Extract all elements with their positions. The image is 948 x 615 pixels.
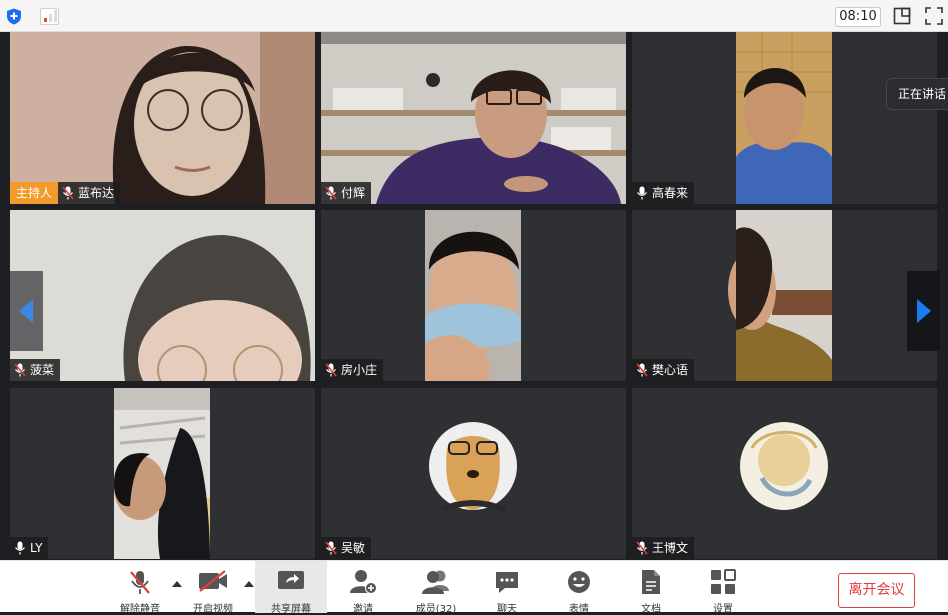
video-tile[interactable]: 主持人 蓝布达 bbox=[10, 32, 315, 204]
emoji-button[interactable]: 表情 bbox=[547, 561, 611, 615]
participant-name: 房小庄 bbox=[341, 363, 378, 377]
video-tile[interactable]: 高春来 bbox=[632, 32, 937, 204]
avatar bbox=[321, 388, 626, 559]
video-tile[interactable]: 房小庄 bbox=[321, 210, 626, 381]
mic-icon bbox=[637, 186, 647, 200]
video-tile[interactable]: 菠菜 bbox=[10, 210, 315, 381]
participant-video bbox=[10, 32, 315, 204]
shield-icon[interactable] bbox=[6, 8, 22, 25]
participant-name: 蓝布达 bbox=[78, 186, 115, 200]
name-tag: 付辉 bbox=[321, 182, 372, 204]
next-page-button[interactable] bbox=[907, 271, 940, 351]
participant-video bbox=[321, 210, 626, 381]
participant-video bbox=[10, 388, 315, 559]
participant-video bbox=[10, 210, 315, 381]
name-tag: 房小庄 bbox=[321, 359, 384, 381]
video-tile[interactable]: 樊心语 bbox=[632, 210, 937, 381]
video-options-caret[interactable] bbox=[244, 581, 254, 587]
chat-button[interactable]: 聊天 bbox=[475, 561, 539, 615]
invite-button[interactable]: 邀请 bbox=[331, 561, 395, 615]
speaking-indicator[interactable]: 正在讲话 bbox=[886, 78, 948, 110]
mic-muted-icon bbox=[636, 541, 648, 555]
settings-button[interactable]: 设置 bbox=[691, 561, 755, 615]
mic-muted-icon bbox=[325, 541, 337, 555]
name-tag: 菠菜 bbox=[10, 359, 61, 381]
mic-muted-icon bbox=[325, 363, 337, 377]
fullscreen-icon[interactable] bbox=[925, 7, 943, 25]
participant-name: 樊心语 bbox=[652, 363, 689, 377]
video-tile[interactable]: 吴敏 bbox=[321, 388, 626, 559]
participant-name: 王博文 bbox=[652, 541, 689, 555]
mic-muted-icon bbox=[325, 186, 337, 200]
participant-video bbox=[321, 32, 626, 204]
layout-icon[interactable] bbox=[893, 7, 911, 25]
document-icon bbox=[642, 570, 660, 594]
bottom-toolbar: 解除静音 开启视频 共享屏幕 邀请 成员(32) 聊天 表情 文档 设置 离开会… bbox=[0, 560, 948, 615]
name-tag: LY bbox=[10, 537, 49, 559]
name-tag: 樊心语 bbox=[632, 359, 695, 381]
mic-muted-icon bbox=[636, 363, 648, 377]
participant-video bbox=[632, 210, 937, 381]
prev-page-button[interactable] bbox=[10, 271, 43, 351]
signal-strength-icon[interactable] bbox=[40, 8, 59, 25]
participant-video bbox=[632, 32, 937, 204]
host-badge: 主持人 bbox=[10, 182, 59, 204]
video-tile[interactable]: 王博文 bbox=[632, 388, 937, 559]
mic-icon bbox=[15, 541, 25, 555]
grid-settings-icon bbox=[711, 569, 736, 594]
participant-name: LY bbox=[30, 541, 43, 555]
top-bar: 08:10 bbox=[0, 0, 948, 32]
video-tile[interactable]: LY bbox=[10, 388, 315, 559]
share-screen-icon bbox=[278, 571, 304, 589]
participant-name: 高春来 bbox=[652, 186, 689, 200]
name-tag: 王博文 bbox=[632, 537, 695, 559]
leave-meeting-button[interactable]: 离开会议 bbox=[838, 573, 915, 608]
name-tag: 高春来 bbox=[632, 182, 695, 204]
video-tile[interactable]: 付辉 bbox=[321, 32, 626, 204]
participant-name: 菠菜 bbox=[30, 363, 55, 377]
meeting-timer: 08:10 bbox=[835, 7, 881, 27]
chat-icon bbox=[496, 572, 518, 593]
members-icon bbox=[422, 570, 449, 594]
name-tag: 主持人 蓝布达 bbox=[10, 182, 121, 204]
chevron-left-icon bbox=[19, 299, 33, 323]
unmute-button[interactable]: 解除静音 bbox=[108, 561, 172, 615]
add-user-icon bbox=[350, 570, 377, 594]
mic-muted-icon bbox=[62, 186, 74, 200]
share-screen-button[interactable]: 共享屏幕 bbox=[255, 561, 327, 615]
members-button[interactable]: 成员(32) bbox=[404, 561, 468, 615]
participant-name: 付辉 bbox=[341, 186, 366, 200]
name-tag: 吴敏 bbox=[321, 537, 372, 559]
avatar bbox=[632, 388, 937, 559]
participant-name: 吴敏 bbox=[341, 541, 366, 555]
mic-muted-icon bbox=[14, 363, 26, 377]
camera-off-icon bbox=[199, 570, 227, 592]
chevron-right-icon bbox=[917, 299, 931, 323]
start-video-button[interactable]: 开启视频 bbox=[181, 561, 245, 615]
docs-button[interactable]: 文档 bbox=[619, 561, 683, 615]
mic-muted-icon bbox=[130, 571, 150, 594]
emoji-icon bbox=[568, 571, 590, 593]
